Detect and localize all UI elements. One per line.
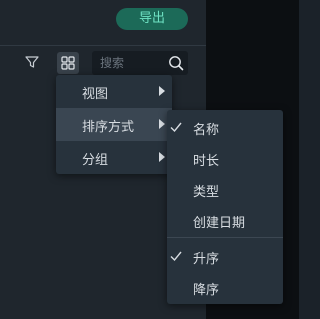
check-icon (170, 251, 182, 262)
view-options-menu: 视图 排序方式 分组 (56, 75, 172, 174)
menu-item-view[interactable]: 视图 (56, 75, 172, 108)
toolbar-divider (0, 45, 206, 46)
sort-order-ascending[interactable]: 升序 (167, 240, 283, 273)
sort-field-label: 创建日期 (193, 216, 246, 231)
sort-order-label: 降序 (193, 283, 220, 298)
filter-icon[interactable] (24, 54, 40, 70)
grid-view-button[interactable] (57, 52, 79, 74)
search-input[interactable] (100, 54, 164, 72)
sort-field-type[interactable]: 类型 (167, 173, 283, 206)
grid-view-icon (61, 56, 75, 70)
sort-order-label: 升序 (193, 252, 220, 267)
chevron-right-icon (159, 86, 165, 96)
chevron-right-icon (159, 152, 165, 162)
menu-item-label: 分组 (82, 153, 109, 168)
sort-field-name[interactable]: 名称 (167, 111, 283, 144)
sort-field-label: 时长 (193, 154, 220, 169)
sort-field-label: 类型 (193, 185, 220, 200)
menu-item-sort-by[interactable]: 排序方式 (56, 108, 172, 141)
search-icon[interactable] (168, 55, 184, 71)
menu-separator (167, 237, 283, 238)
menu-item-label: 排序方式 (82, 120, 135, 135)
sort-submenu: 名称 时长 类型 创建日期 升序 降序 (167, 110, 283, 304)
sort-field-label: 名称 (193, 123, 220, 138)
sort-field-duration[interactable]: 时长 (167, 142, 283, 175)
sort-order-descending[interactable]: 降序 (167, 271, 283, 304)
sort-field-created-date[interactable]: 创建日期 (167, 204, 283, 237)
export-button[interactable]: 导出 (116, 8, 188, 30)
check-icon (170, 122, 182, 133)
chevron-right-icon (159, 119, 165, 129)
search-box (92, 51, 188, 75)
menu-item-label: 视图 (82, 87, 109, 102)
menu-item-group[interactable]: 分组 (56, 141, 172, 174)
